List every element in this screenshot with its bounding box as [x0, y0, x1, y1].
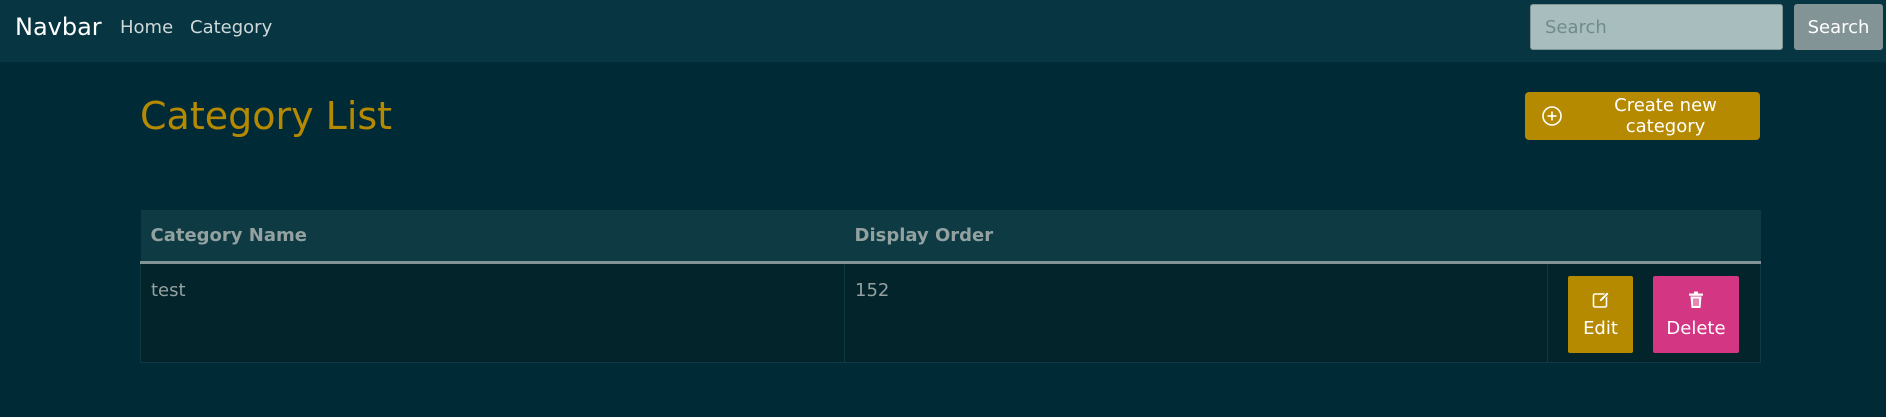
row-actions: Edit Delete [1568, 275, 1740, 353]
delete-label: Delete [1666, 317, 1726, 339]
navbar-brand[interactable]: Navbar [15, 13, 102, 41]
table-row: test 152 Edit Delete [140, 261, 1761, 363]
delete-button[interactable]: Delete [1653, 275, 1739, 353]
column-header-display-order: Display Order [844, 210, 1548, 264]
create-category-label: Create new category [1614, 95, 1717, 137]
cell-actions: Edit Delete [1547, 261, 1761, 363]
column-header-actions [1547, 210, 1761, 264]
category-table-container: Category Name Display Order test 152 Edi… [140, 210, 1761, 363]
page-title: Category List [140, 94, 393, 138]
cell-category-name: test [140, 261, 845, 363]
table-header-row: Category Name Display Order [140, 210, 1761, 264]
cell-display-order: 152 [844, 261, 1548, 363]
category-table: Category Name Display Order test 152 Edi… [140, 210, 1761, 363]
nav-link-category[interactable]: Category [190, 17, 272, 39]
search-button[interactable]: Search [1794, 4, 1883, 50]
nav-link-home[interactable]: Home [120, 17, 173, 39]
edit-label: Edit [1583, 317, 1618, 339]
trash-icon [1686, 290, 1706, 310]
edit-button[interactable]: Edit [1568, 275, 1633, 353]
navbar: Navbar Home Category Search [0, 0, 1886, 62]
search-input[interactable] [1530, 4, 1783, 50]
plus-circle-icon [1541, 105, 1563, 127]
edit-icon [1591, 290, 1611, 310]
create-category-button[interactable]: Create new category [1525, 92, 1760, 140]
column-header-category-name: Category Name [140, 210, 845, 264]
